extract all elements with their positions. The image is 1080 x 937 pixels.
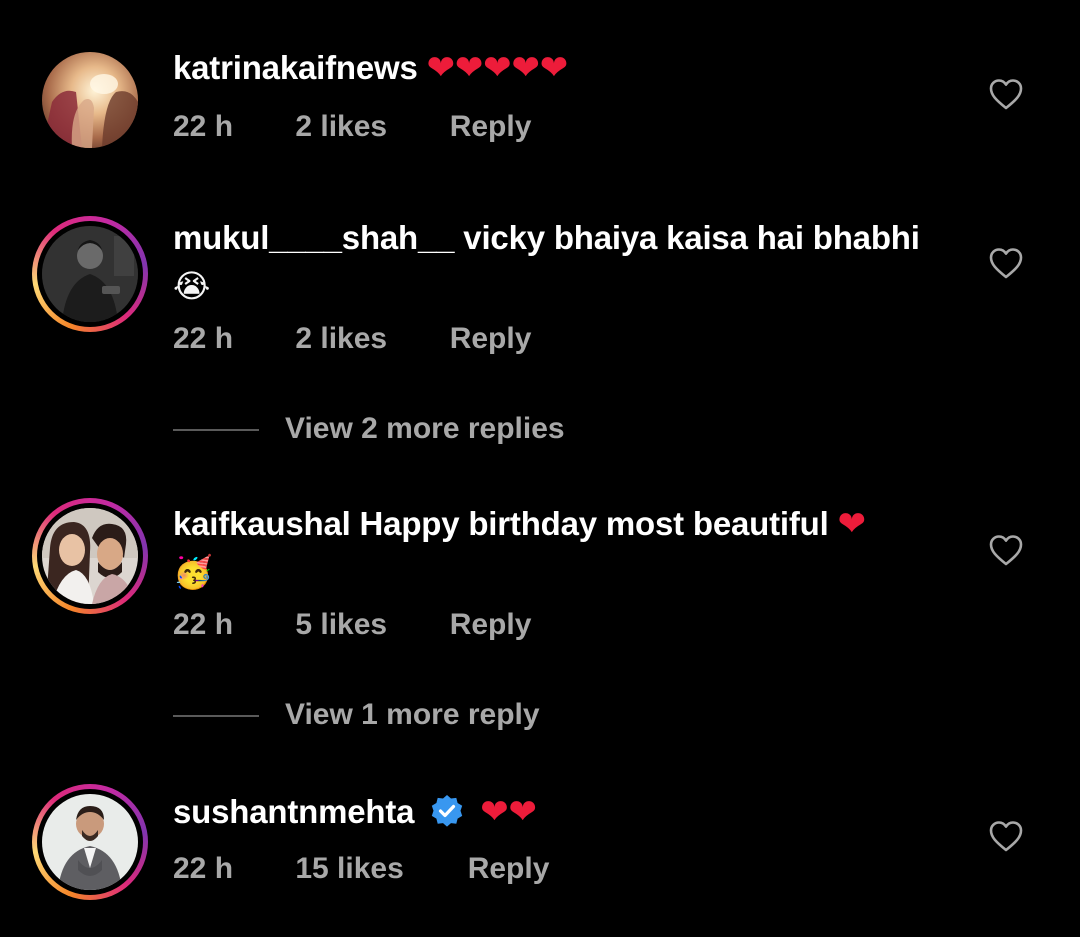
comment-username[interactable]: sushantnmehta <box>173 793 414 830</box>
comment-text: vicky bhaiya kaisa hai bhabhi <box>463 219 920 256</box>
divider <box>173 715 259 718</box>
comment-time: 22 h <box>173 608 234 641</box>
heart-outline-icon[interactable] <box>988 819 1024 853</box>
reply-button[interactable]: Reply <box>450 110 532 144</box>
avatar-image <box>42 508 138 604</box>
heart-emoji: ❤ <box>837 504 866 544</box>
view-more-replies-button[interactable]: View 1 more reply <box>173 698 540 732</box>
comment-text: ❤❤ <box>480 792 537 832</box>
reply-button[interactable]: Reply <box>468 852 550 886</box>
avatar[interactable] <box>32 498 148 614</box>
comment-time: 22 h <box>173 322 234 355</box>
avatar-image <box>42 794 138 890</box>
reply-button[interactable]: Reply <box>450 608 532 642</box>
comment-username[interactable]: mukul____shah__ <box>173 219 455 256</box>
comment-time: 22 h <box>173 110 234 143</box>
comment-item: mukul____shah__ vicky bhaiya kaisa hai b… <box>0 180 1080 470</box>
comment-time: 22 h <box>173 852 234 885</box>
comment-username[interactable]: kaifkaushal <box>173 505 351 542</box>
heart-outline-icon[interactable] <box>988 533 1024 567</box>
comment-likes[interactable]: 15 likes <box>295 852 459 886</box>
comment-likes[interactable]: 2 likes <box>295 110 441 144</box>
view-more-label: View 2 more replies <box>285 412 565 445</box>
verified-badge-icon <box>432 795 463 827</box>
comment-emoji: 🥳 <box>173 553 213 591</box>
comment-item: sushantnmehta ❤❤ 22 h 15 likes Reply <box>0 770 1080 937</box>
avatar[interactable] <box>42 52 138 148</box>
view-more-replies-button[interactable]: View 2 more replies <box>173 412 565 446</box>
avatar[interactable] <box>32 216 148 332</box>
comment-text: ❤❤❤❤❤ <box>426 48 569 88</box>
reply-button[interactable]: Reply <box>450 322 532 356</box>
comment-item: kaifkaushal Happy birthday most beautifu… <box>0 470 1080 770</box>
avatar-image <box>42 52 138 148</box>
heart-outline-icon[interactable] <box>988 77 1024 111</box>
heart-outline-icon[interactable] <box>988 246 1024 280</box>
comment-likes[interactable]: 5 likes <box>295 608 441 642</box>
comment-username[interactable]: katrinakaifnews <box>173 49 418 86</box>
comment-text: Happy birthday most beautiful <box>359 505 829 542</box>
avatar-image <box>42 226 138 322</box>
divider <box>173 429 259 432</box>
view-more-label: View 1 more reply <box>285 698 540 731</box>
avatar[interactable] <box>32 784 148 900</box>
comment-item: katrinakaifnews ❤❤❤❤❤ 22 h 2 likes Reply <box>0 0 1080 180</box>
comment-emoji: 😭 <box>173 267 211 305</box>
comment-likes[interactable]: 2 likes <box>295 322 441 356</box>
